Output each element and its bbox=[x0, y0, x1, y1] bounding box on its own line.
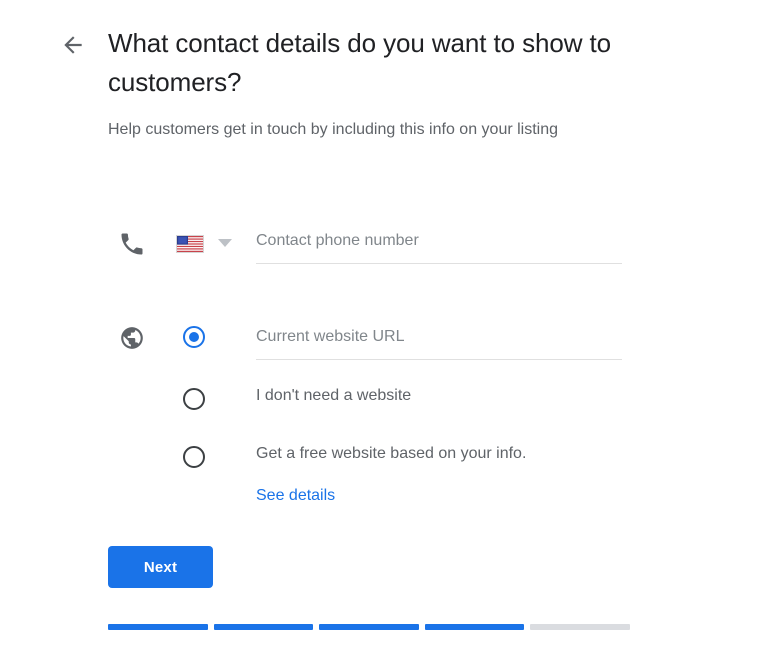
website-option-none-label: I don't need a website bbox=[256, 387, 412, 404]
next-button[interactable]: Next bbox=[108, 546, 213, 588]
progress-segment-1 bbox=[108, 624, 208, 630]
contact-phone-input[interactable] bbox=[256, 224, 622, 264]
radio-current-website[interactable] bbox=[183, 326, 205, 348]
progress-bar bbox=[108, 624, 630, 630]
radio-no-website[interactable] bbox=[183, 388, 205, 410]
progress-segment-5 bbox=[530, 624, 630, 630]
website-option-free[interactable]: Get a free website based on your info. bbox=[0, 440, 761, 474]
see-details-link[interactable]: See details bbox=[256, 484, 335, 508]
website-option-free-label: Get a free website based on your info. bbox=[256, 445, 527, 462]
page-title: What contact details do you want to show… bbox=[108, 28, 611, 97]
chevron-down-icon[interactable] bbox=[218, 239, 232, 247]
progress-segment-3 bbox=[319, 624, 419, 630]
us-flag-icon[interactable] bbox=[176, 235, 204, 253]
progress-segment-4 bbox=[424, 624, 525, 630]
onboarding-screen: What contact details do you want to show… bbox=[0, 0, 761, 650]
website-option-none[interactable]: I don't need a website bbox=[0, 382, 761, 416]
radio-free-website[interactable] bbox=[183, 446, 205, 468]
progress-segment-2 bbox=[213, 624, 314, 630]
website-option-current[interactable] bbox=[0, 320, 761, 362]
current-website-url-input[interactable] bbox=[256, 320, 622, 360]
back-button[interactable] bbox=[54, 26, 92, 64]
arrow-left-icon bbox=[60, 32, 86, 58]
page-subtitle: Help customers get in touch by including… bbox=[108, 121, 559, 138]
contact-phone-row bbox=[0, 224, 761, 268]
phone-icon bbox=[118, 230, 146, 258]
